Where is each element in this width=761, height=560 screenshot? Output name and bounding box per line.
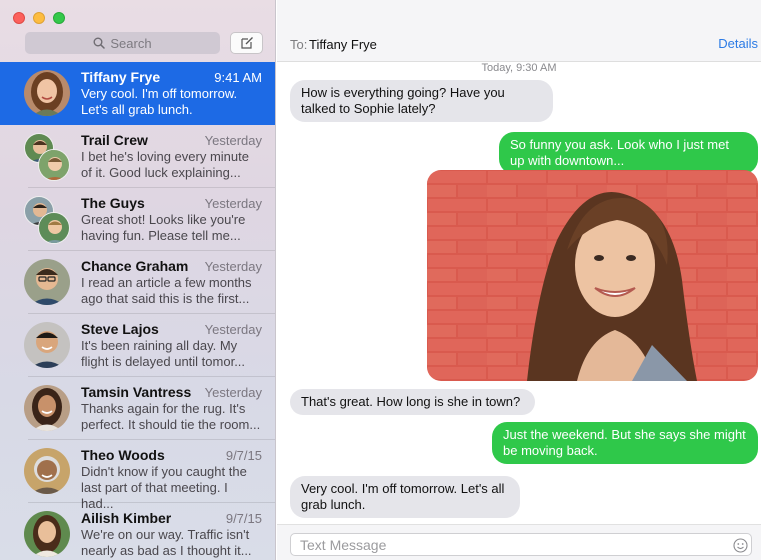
details-button[interactable]: Details [718,36,758,51]
avatar [24,259,70,305]
search-field[interactable]: Search [25,32,220,54]
message-bubble-incoming[interactable]: How is everything going? Have you talked… [290,80,553,122]
composer-bar [277,524,761,560]
zoom-window-button[interactable] [53,12,65,24]
search-placeholder: Search [110,35,152,51]
compose-button[interactable] [230,32,263,54]
search-icon [93,37,106,49]
window-controls [13,12,65,24]
conversation-preview: I read an article a few months ago that … [81,275,252,306]
conversation-time: 9/7/15 [225,511,262,526]
conversation-name: Steve Lajos [81,321,159,337]
group-avatar [22,194,74,246]
emoji-icon[interactable] [733,538,748,553]
woman-photo-image [427,170,758,381]
avatar [24,385,70,431]
close-window-button[interactable] [13,12,25,24]
conversation-pane: To: Tiffany Frye Details Today, 9:30 AM … [277,0,761,560]
recipient-name[interactable]: Tiffany Frye [309,37,377,52]
conversation-name: The Guys [81,195,145,211]
message-bubble-incoming[interactable]: That's great. How long is she in town? [290,389,535,415]
avatar [24,448,70,494]
conversation-item[interactable]: Ailish Kimber 9/7/15 We're on our way. T… [0,503,275,560]
sidebar: Search Tiffany Frye 9:41 AM Very cool. I… [0,0,276,560]
conversation-preview: Very cool. I'm off tomorrow. Let's all g… [81,86,238,117]
conversation-time: Yesterday [204,196,262,211]
conversation-time: Yesterday [204,385,262,400]
avatar [24,322,70,368]
conversation-preview: I bet he's loving every minute of it. Go… [81,149,249,180]
message-timestamp: Today, 9:30 AM [481,62,557,74]
conversation-name: Tiffany Frye [81,69,161,85]
conversation-preview: We're on our way. Traffic isn't nearly a… [81,527,252,558]
conversation-item[interactable]: Tamsin Vantress Yesterday Thanks again f… [0,377,275,440]
conversation-item[interactable]: The Guys Yesterday Great shot! Looks lik… [0,188,275,251]
conversation-header: To: Tiffany Frye Details [277,0,761,62]
conversation-item[interactable]: Theo Woods 9/7/15 Didn't know if you cau… [0,440,275,511]
conversation-name: Trail Crew [81,132,148,148]
to-label: To: [290,37,308,52]
avatar [24,70,70,116]
conversation-time: 9:41 AM [214,70,262,85]
conversation-time: 9/7/15 [225,448,262,463]
photo-attachment[interactable] [427,170,758,381]
message-bubble-outgoing[interactable]: So funny you ask. Look who I just met up… [499,132,758,174]
group-avatar [22,131,74,183]
conversation-item[interactable]: Trail Crew Yesterday I bet he's loving e… [0,125,275,188]
message-input[interactable] [290,533,752,556]
conversation-name: Theo Woods [81,447,165,463]
conversation-preview: Thanks again for the rug. It's perfect. … [81,401,261,432]
message-transcript: Today, 9:30 AM How is everything going? … [277,62,761,524]
avatar [24,511,70,557]
conversation-list: Tiffany Frye 9:41 AM Very cool. I'm off … [0,62,275,560]
compose-icon [240,37,253,49]
conversation-item[interactable]: Steve Lajos Yesterday It's been raining … [0,314,275,377]
conversation-name: Chance Graham [81,258,189,274]
conversation-item[interactable]: Tiffany Frye 9:41 AM Very cool. I'm off … [0,62,275,125]
conversation-time: Yesterday [204,259,262,274]
conversation-name: Ailish Kimber [81,510,172,526]
conversation-preview: Great shot! Looks like you're having fun… [81,212,246,243]
conversation-item[interactable]: Chance Graham Yesterday I read an articl… [0,251,275,314]
conversation-name: Tamsin Vantress [81,384,192,400]
conversation-time: Yesterday [204,322,262,337]
conversation-time: Yesterday [204,133,262,148]
message-bubble-outgoing[interactable]: Just the weekend. But she says she might… [492,422,758,464]
message-bubble-incoming[interactable]: Very cool. I'm off tomorrow. Let's all g… [290,476,520,518]
minimize-window-button[interactable] [33,12,45,24]
conversation-preview: It's been raining all day. My flight is … [81,338,246,369]
